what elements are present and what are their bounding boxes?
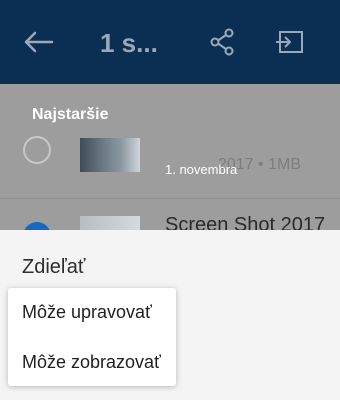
date-label: 1. novembra — [165, 162, 238, 177]
share-button[interactable] — [202, 22, 242, 62]
move-to-icon — [276, 31, 303, 53]
page-title: 1 s... — [100, 28, 158, 58]
back-button[interactable] — [18, 22, 58, 62]
move-button[interactable] — [270, 22, 310, 62]
share-sheet-title: Zdieľať — [22, 256, 86, 278]
back-arrow-icon — [24, 31, 54, 53]
section-label: Najstaršie — [32, 106, 109, 123]
menu-item-can-edit[interactable]: Môže upravovať — [22, 302, 152, 323]
file-thumbnail-1 — [80, 138, 140, 172]
share-icon — [210, 28, 234, 56]
select-checkbox-1[interactable] — [23, 136, 51, 164]
row-divider — [0, 198, 340, 199]
menu-item-can-view[interactable]: Môže zobrazovať — [22, 352, 161, 373]
permission-menu: Môže upravovať Môže zobrazovať — [8, 288, 176, 386]
